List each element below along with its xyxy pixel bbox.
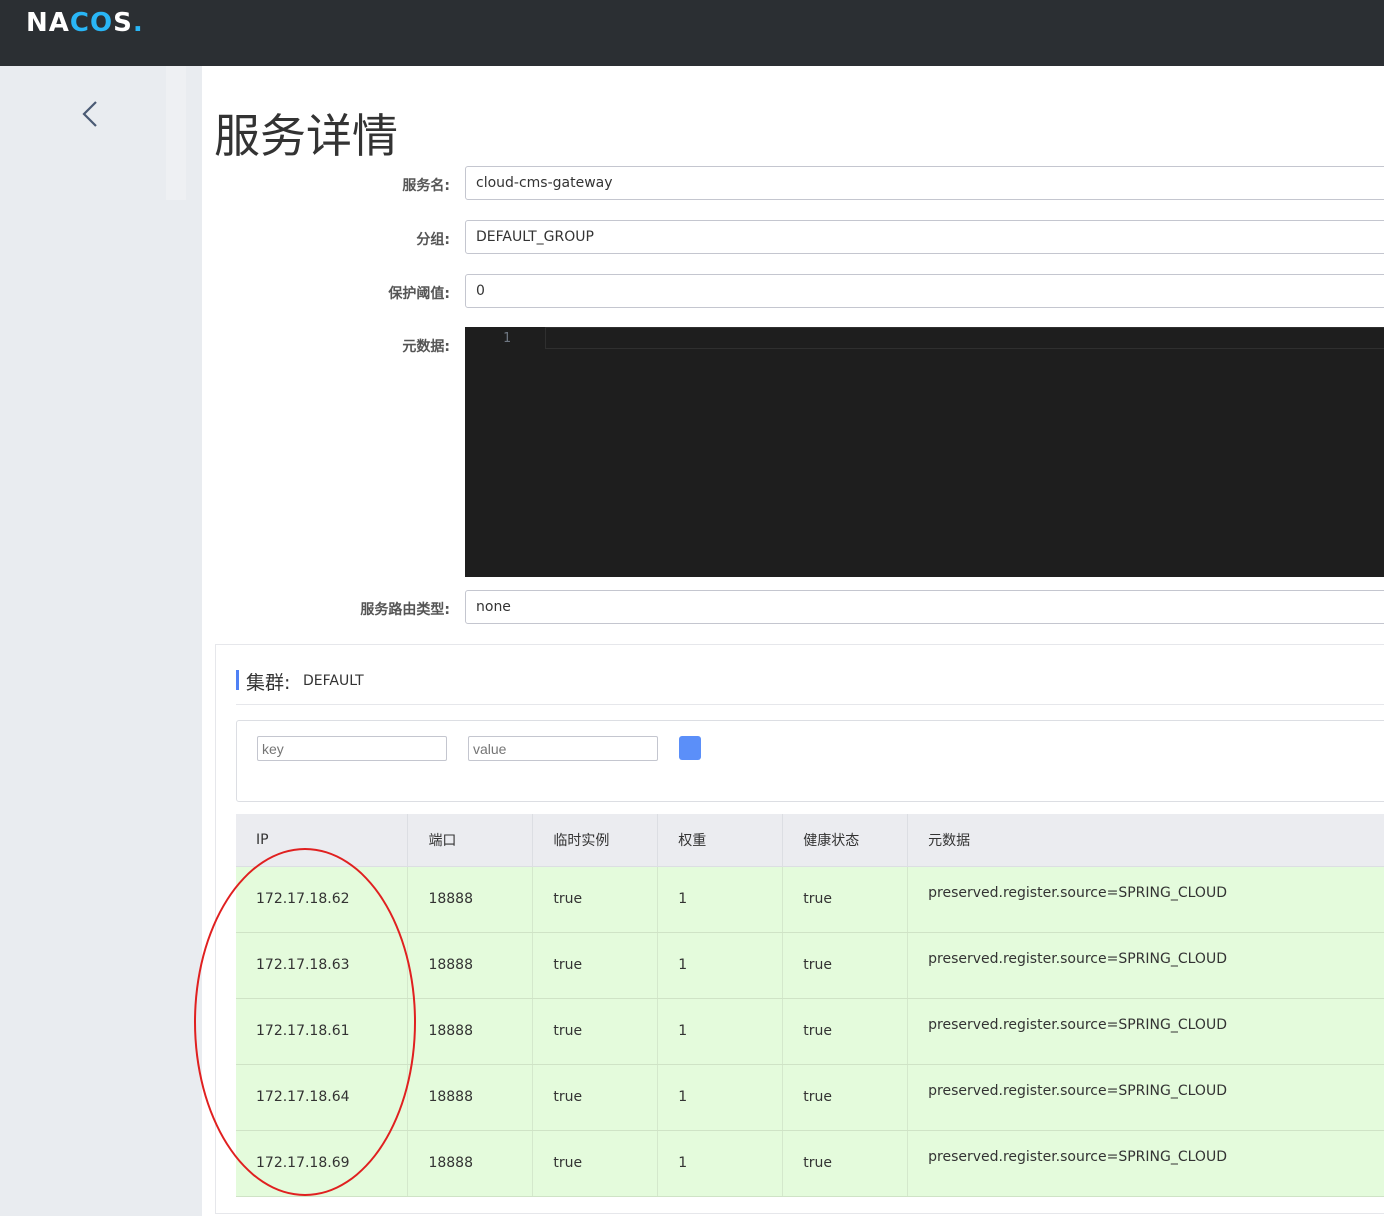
cell-weight: 1 — [657, 1130, 784, 1197]
sidebar — [0, 66, 202, 1216]
metadata-code-editor[interactable]: 1 — [465, 327, 1384, 577]
service-name-label: 服务名: — [402, 178, 450, 194]
cell-health: true — [782, 998, 909, 1065]
routing-type-field[interactable]: none — [465, 590, 1384, 624]
header-ephemeral: 临时实例 — [532, 814, 659, 867]
cell-ephemeral: true — [532, 998, 659, 1065]
cell-port: 18888 — [407, 1064, 534, 1131]
cluster-label: 集群: — [246, 672, 291, 694]
cell-weight: 1 — [657, 1064, 784, 1131]
cell-metadata: preserved.register.source=SPRING_CLOUD — [907, 1064, 1384, 1131]
cell-metadata: preserved.register.source=SPRING_CLOUD — [907, 1130, 1384, 1197]
cell-ip: 172.17.18.69 — [236, 1130, 409, 1197]
protect-threshold-field[interactable]: 0 — [465, 274, 1384, 308]
cell-ip: 172.17.18.64 — [236, 1064, 409, 1131]
metadata-label: 元数据: — [402, 339, 450, 355]
header-ip: IP — [236, 814, 409, 867]
group-label: 分组: — [416, 232, 450, 248]
table-row[interactable]: 172.17.18.62 18888 true 1 true preserved… — [236, 866, 1384, 933]
editor-current-line[interactable] — [545, 327, 1384, 349]
cell-health: true — [782, 1130, 909, 1197]
logo-text-co: CO — [69, 8, 114, 38]
instance-table: IP 端口 临时实例 权重 健康状态 元数据 172.17.18.62 1888… — [236, 814, 1384, 1197]
header-port: 端口 — [407, 814, 534, 867]
header-weight: 权重 — [657, 814, 784, 867]
cluster-title-accent-bar — [236, 670, 239, 690]
routing-type-label: 服务路由类型: — [360, 602, 450, 618]
cluster-name: DEFAULT — [303, 673, 364, 689]
table-row[interactable]: 172.17.18.64 18888 true 1 true preserved… — [236, 1064, 1384, 1131]
cell-health: true — [782, 866, 909, 933]
cell-ip: 172.17.18.63 — [236, 932, 409, 999]
page-title: 服务详情 — [214, 109, 398, 163]
table-row[interactable]: 172.17.18.69 18888 true 1 true preserved… — [236, 1130, 1384, 1197]
table-row[interactable]: 172.17.18.63 18888 true 1 true preserved… — [236, 932, 1384, 999]
filter-add-button[interactable] — [679, 736, 701, 760]
cell-ephemeral: true — [532, 866, 659, 933]
back-arrow-icon[interactable] — [76, 96, 106, 132]
sidebar-scroll-strip — [166, 66, 186, 200]
nacos-logo[interactable]: NACOS. — [26, 8, 144, 38]
top-navigation-bar: NACOS. — [0, 0, 1384, 66]
logo-text-na: NA — [26, 8, 70, 38]
cell-port: 18888 — [407, 998, 534, 1065]
cluster-divider — [236, 704, 1384, 705]
group-field[interactable]: DEFAULT_GROUP — [465, 220, 1384, 254]
header-metadata: 元数据 — [907, 814, 1384, 867]
cell-ephemeral: true — [532, 1130, 659, 1197]
cell-ephemeral: true — [532, 1064, 659, 1131]
filter-value-input[interactable] — [468, 736, 658, 761]
protect-threshold-label: 保护阈值: — [388, 286, 450, 302]
cell-port: 18888 — [407, 932, 534, 999]
logo-dot: . — [132, 8, 144, 38]
editor-gutter: 1 — [465, 327, 545, 351]
service-name-field[interactable]: cloud-cms-gateway — [465, 166, 1384, 200]
cell-ephemeral: true — [532, 932, 659, 999]
cell-weight: 1 — [657, 932, 784, 999]
cell-weight: 1 — [657, 998, 784, 1065]
cell-metadata: preserved.register.source=SPRING_CLOUD — [907, 998, 1384, 1065]
cell-health: true — [782, 1064, 909, 1131]
cell-metadata: preserved.register.source=SPRING_CLOUD — [907, 932, 1384, 999]
cell-ip: 172.17.18.61 — [236, 998, 409, 1065]
cell-metadata: preserved.register.source=SPRING_CLOUD — [907, 866, 1384, 933]
cell-health: true — [782, 932, 909, 999]
cell-port: 18888 — [407, 1130, 534, 1197]
cell-ip: 172.17.18.62 — [236, 866, 409, 933]
cell-weight: 1 — [657, 866, 784, 933]
editor-line-number: 1 — [503, 331, 511, 346]
filter-key-input[interactable] — [257, 736, 447, 761]
table-header-row: IP 端口 临时实例 权重 健康状态 元数据 — [236, 814, 1384, 867]
logo-text-s: S — [113, 8, 133, 38]
table-row[interactable]: 172.17.18.61 18888 true 1 true preserved… — [236, 998, 1384, 1065]
cell-port: 18888 — [407, 866, 534, 933]
header-health: 健康状态 — [782, 814, 909, 867]
metadata-filter-box — [236, 720, 1384, 802]
